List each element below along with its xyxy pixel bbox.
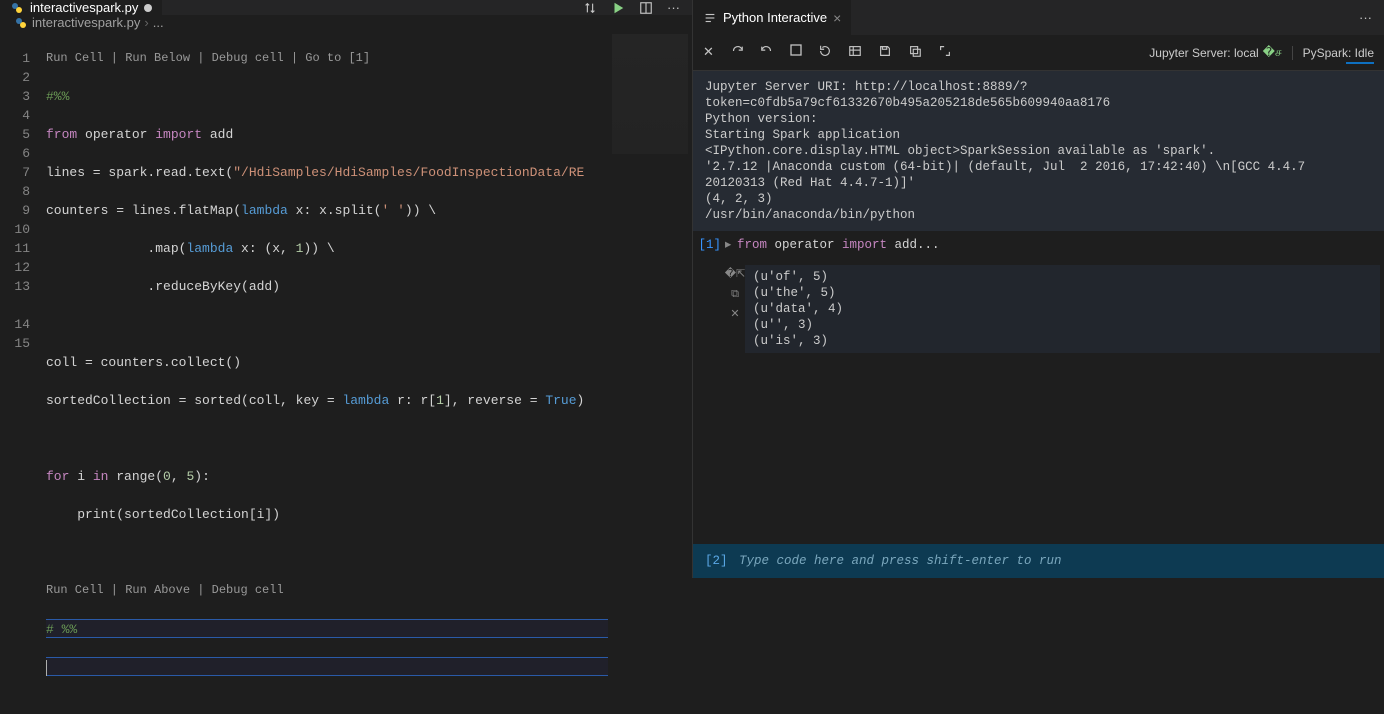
editor-tab-bar: interactivespark.py ··· <box>0 0 692 15</box>
run-icon[interactable] <box>611 1 625 15</box>
cell-output-gutter: �⇱ ⧉ ✕ <box>725 265 745 323</box>
startup-output: Jupyter Server URI: http://localhost:888… <box>693 71 1384 231</box>
interactive-tab-title: Python Interactive <box>723 10 827 25</box>
interactive-toolbar: ✕ Jupyter Server: local �ச PySpark: Idle <box>693 35 1384 71</box>
interactive-body: Jupyter Server URI: http://localhost:888… <box>693 71 1384 578</box>
redo-icon[interactable] <box>730 44 744 61</box>
expand-cell-icon[interactable]: ▸ <box>725 237 737 253</box>
codelens-goto[interactable]: Go to [1] <box>305 51 370 65</box>
cell-code[interactable]: from operator import add... <box>737 237 1380 253</box>
copy-icon[interactable]: ⧉ <box>731 287 739 303</box>
breadcrumb-file: interactivespark.py <box>32 15 140 30</box>
python-file-icon <box>10 1 24 15</box>
chevron-right-icon: › <box>144 15 148 30</box>
codelens-row: Run Cell | Run Below | Debug cell | Go t… <box>46 49 692 68</box>
codelens-debug-cell[interactable]: Debug cell <box>212 583 284 597</box>
split-editor-icon[interactable] <box>639 1 653 15</box>
interactive-input[interactable]: [2] Type code here and press shift-enter… <box>693 544 1384 578</box>
save-icon[interactable] <box>878 44 892 61</box>
restart-icon[interactable] <box>818 44 832 61</box>
editor-tab-actions: ··· <box>571 0 692 15</box>
code-content[interactable]: Run Cell | Run Below | Debug cell | Go t… <box>46 30 692 714</box>
input-placeholder: Type code here and press shift-enter to … <box>739 554 1062 568</box>
more-actions-icon[interactable]: ··· <box>667 0 680 15</box>
interactive-tab[interactable]: Python Interactive × <box>693 0 852 35</box>
cell-output-row: �⇱ ⧉ ✕ (u'of', 5) (u'the', 5) (u'data', … <box>693 259 1384 359</box>
cell-input-row: [1] ▸ from operator import add... <box>693 231 1384 259</box>
pyspark-status[interactable]: PySpark: Idle <box>1292 46 1374 60</box>
interactive-tab-bar: Python Interactive × ··· <box>693 0 1384 35</box>
editor-tab[interactable]: interactivespark.py <box>0 0 163 15</box>
python-file-icon <box>14 16 28 30</box>
close-icon[interactable]: × <box>833 10 841 26</box>
delete-icon[interactable]: ✕ <box>730 307 739 323</box>
breadcrumb[interactable]: interactivespark.py › ... <box>0 15 692 30</box>
codelens-run-cell[interactable]: Run Cell <box>46 583 104 597</box>
compare-changes-icon[interactable] <box>583 1 597 15</box>
codelens-run-cell[interactable]: Run Cell <box>46 51 104 65</box>
interactive-icon <box>703 11 717 25</box>
stop-icon[interactable] <box>790 44 802 61</box>
input-index: [2] <box>705 554 739 568</box>
export-icon[interactable] <box>908 44 922 61</box>
link-icon: �ச <box>1263 45 1282 61</box>
cancel-icon[interactable]: ✕ <box>703 44 714 61</box>
expand-icon[interactable] <box>938 44 952 61</box>
codelens-debug-cell[interactable]: Debug cell <box>212 51 284 65</box>
interactive-tab-actions: ··· <box>1347 0 1384 35</box>
codelens-row: Run Cell | Run Above | Debug cell <box>46 581 692 600</box>
jupyter-server-status[interactable]: Jupyter Server: local �ச <box>1149 45 1281 61</box>
codelens-run-below[interactable]: Run Below <box>125 51 190 65</box>
minimap[interactable] <box>608 30 692 714</box>
text-cursor <box>46 660 47 676</box>
dirty-indicator-icon <box>144 4 152 12</box>
codelens-run-above[interactable]: Run Above <box>125 583 190 597</box>
cell-index: [1] <box>697 237 725 253</box>
undo-icon[interactable] <box>760 44 774 61</box>
line-gutter: 1 2 3 4 5 6 7 8 9 10 11 12 13 14 15 <box>0 30 46 714</box>
variables-icon[interactable] <box>848 44 862 61</box>
goto-code-icon[interactable]: �⇱ <box>725 267 746 283</box>
cell-output: (u'of', 5) (u'the', 5) (u'data', 4) (u''… <box>745 265 1380 353</box>
more-actions-icon[interactable]: ··· <box>1359 10 1372 25</box>
tab-filename: interactivespark.py <box>30 0 138 15</box>
breadcrumb-rest: ... <box>153 15 164 30</box>
code-editor[interactable]: 1 2 3 4 5 6 7 8 9 10 11 12 13 14 15 Run … <box>0 30 692 714</box>
